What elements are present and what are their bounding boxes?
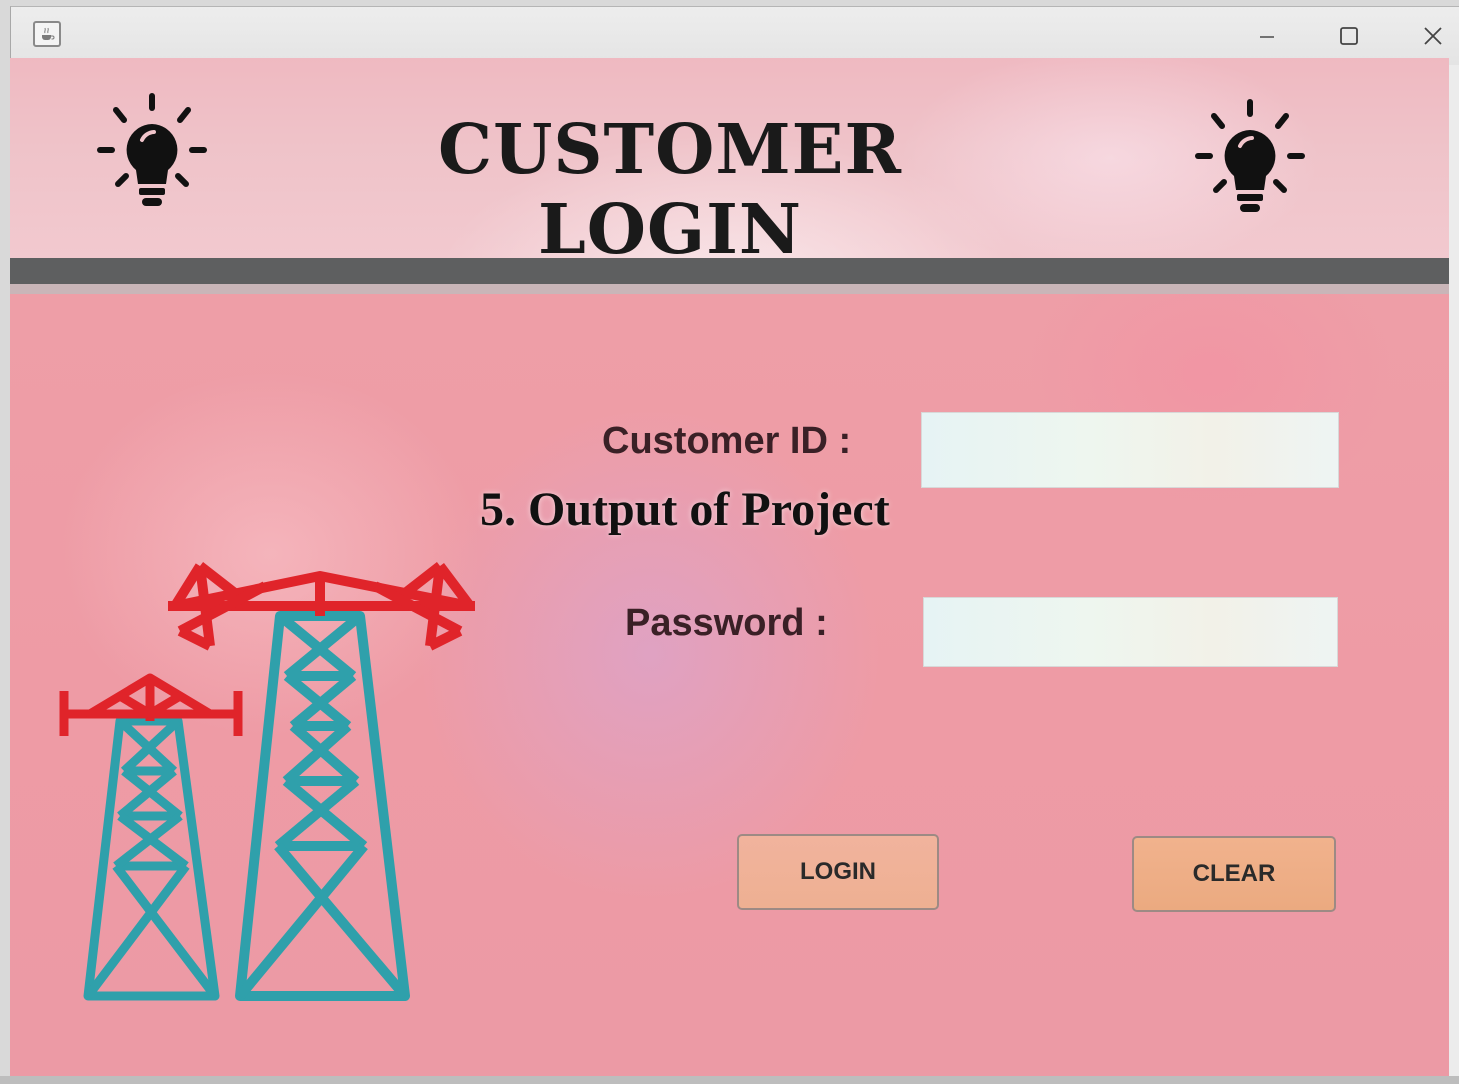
close-icon <box>1424 27 1442 45</box>
minimize-button[interactable] <box>1247 21 1287 51</box>
screen: CUSTOMER LOGIN Customer ID : 5. Output o… <box>0 0 1459 1084</box>
customer-id-field[interactable] <box>921 412 1339 488</box>
title-bar[interactable] <box>11 7 1459 65</box>
java-cup-icon <box>33 21 61 47</box>
minimize-icon <box>1260 36 1274 38</box>
lightbulb-icon <box>1195 99 1305 212</box>
login-panel: Customer ID : 5. Output of Project Passw… <box>10 294 1449 1076</box>
header-divider <box>10 258 1449 284</box>
screen-edge <box>0 1076 1459 1084</box>
lightbulb-icon <box>97 93 207 206</box>
password-field[interactable] <box>923 597 1338 667</box>
maximize-icon <box>1340 27 1358 45</box>
overlay-caption: 5. Output of Project <box>480 483 890 536</box>
maximize-button[interactable] <box>1329 21 1369 51</box>
close-button[interactable] <box>1413 21 1453 51</box>
page-title: CUSTOMER LOGIN <box>438 110 902 270</box>
password-label: Password : <box>625 602 828 644</box>
clear-button[interactable]: CLEAR <box>1132 836 1336 912</box>
header-banner: CUSTOMER LOGIN <box>10 58 1449 270</box>
login-button[interactable]: LOGIN <box>737 834 939 910</box>
power-transmission-towers-icon <box>59 562 475 1001</box>
divider-shadow <box>10 284 1449 294</box>
customer-id-label: Customer ID : <box>602 420 852 462</box>
